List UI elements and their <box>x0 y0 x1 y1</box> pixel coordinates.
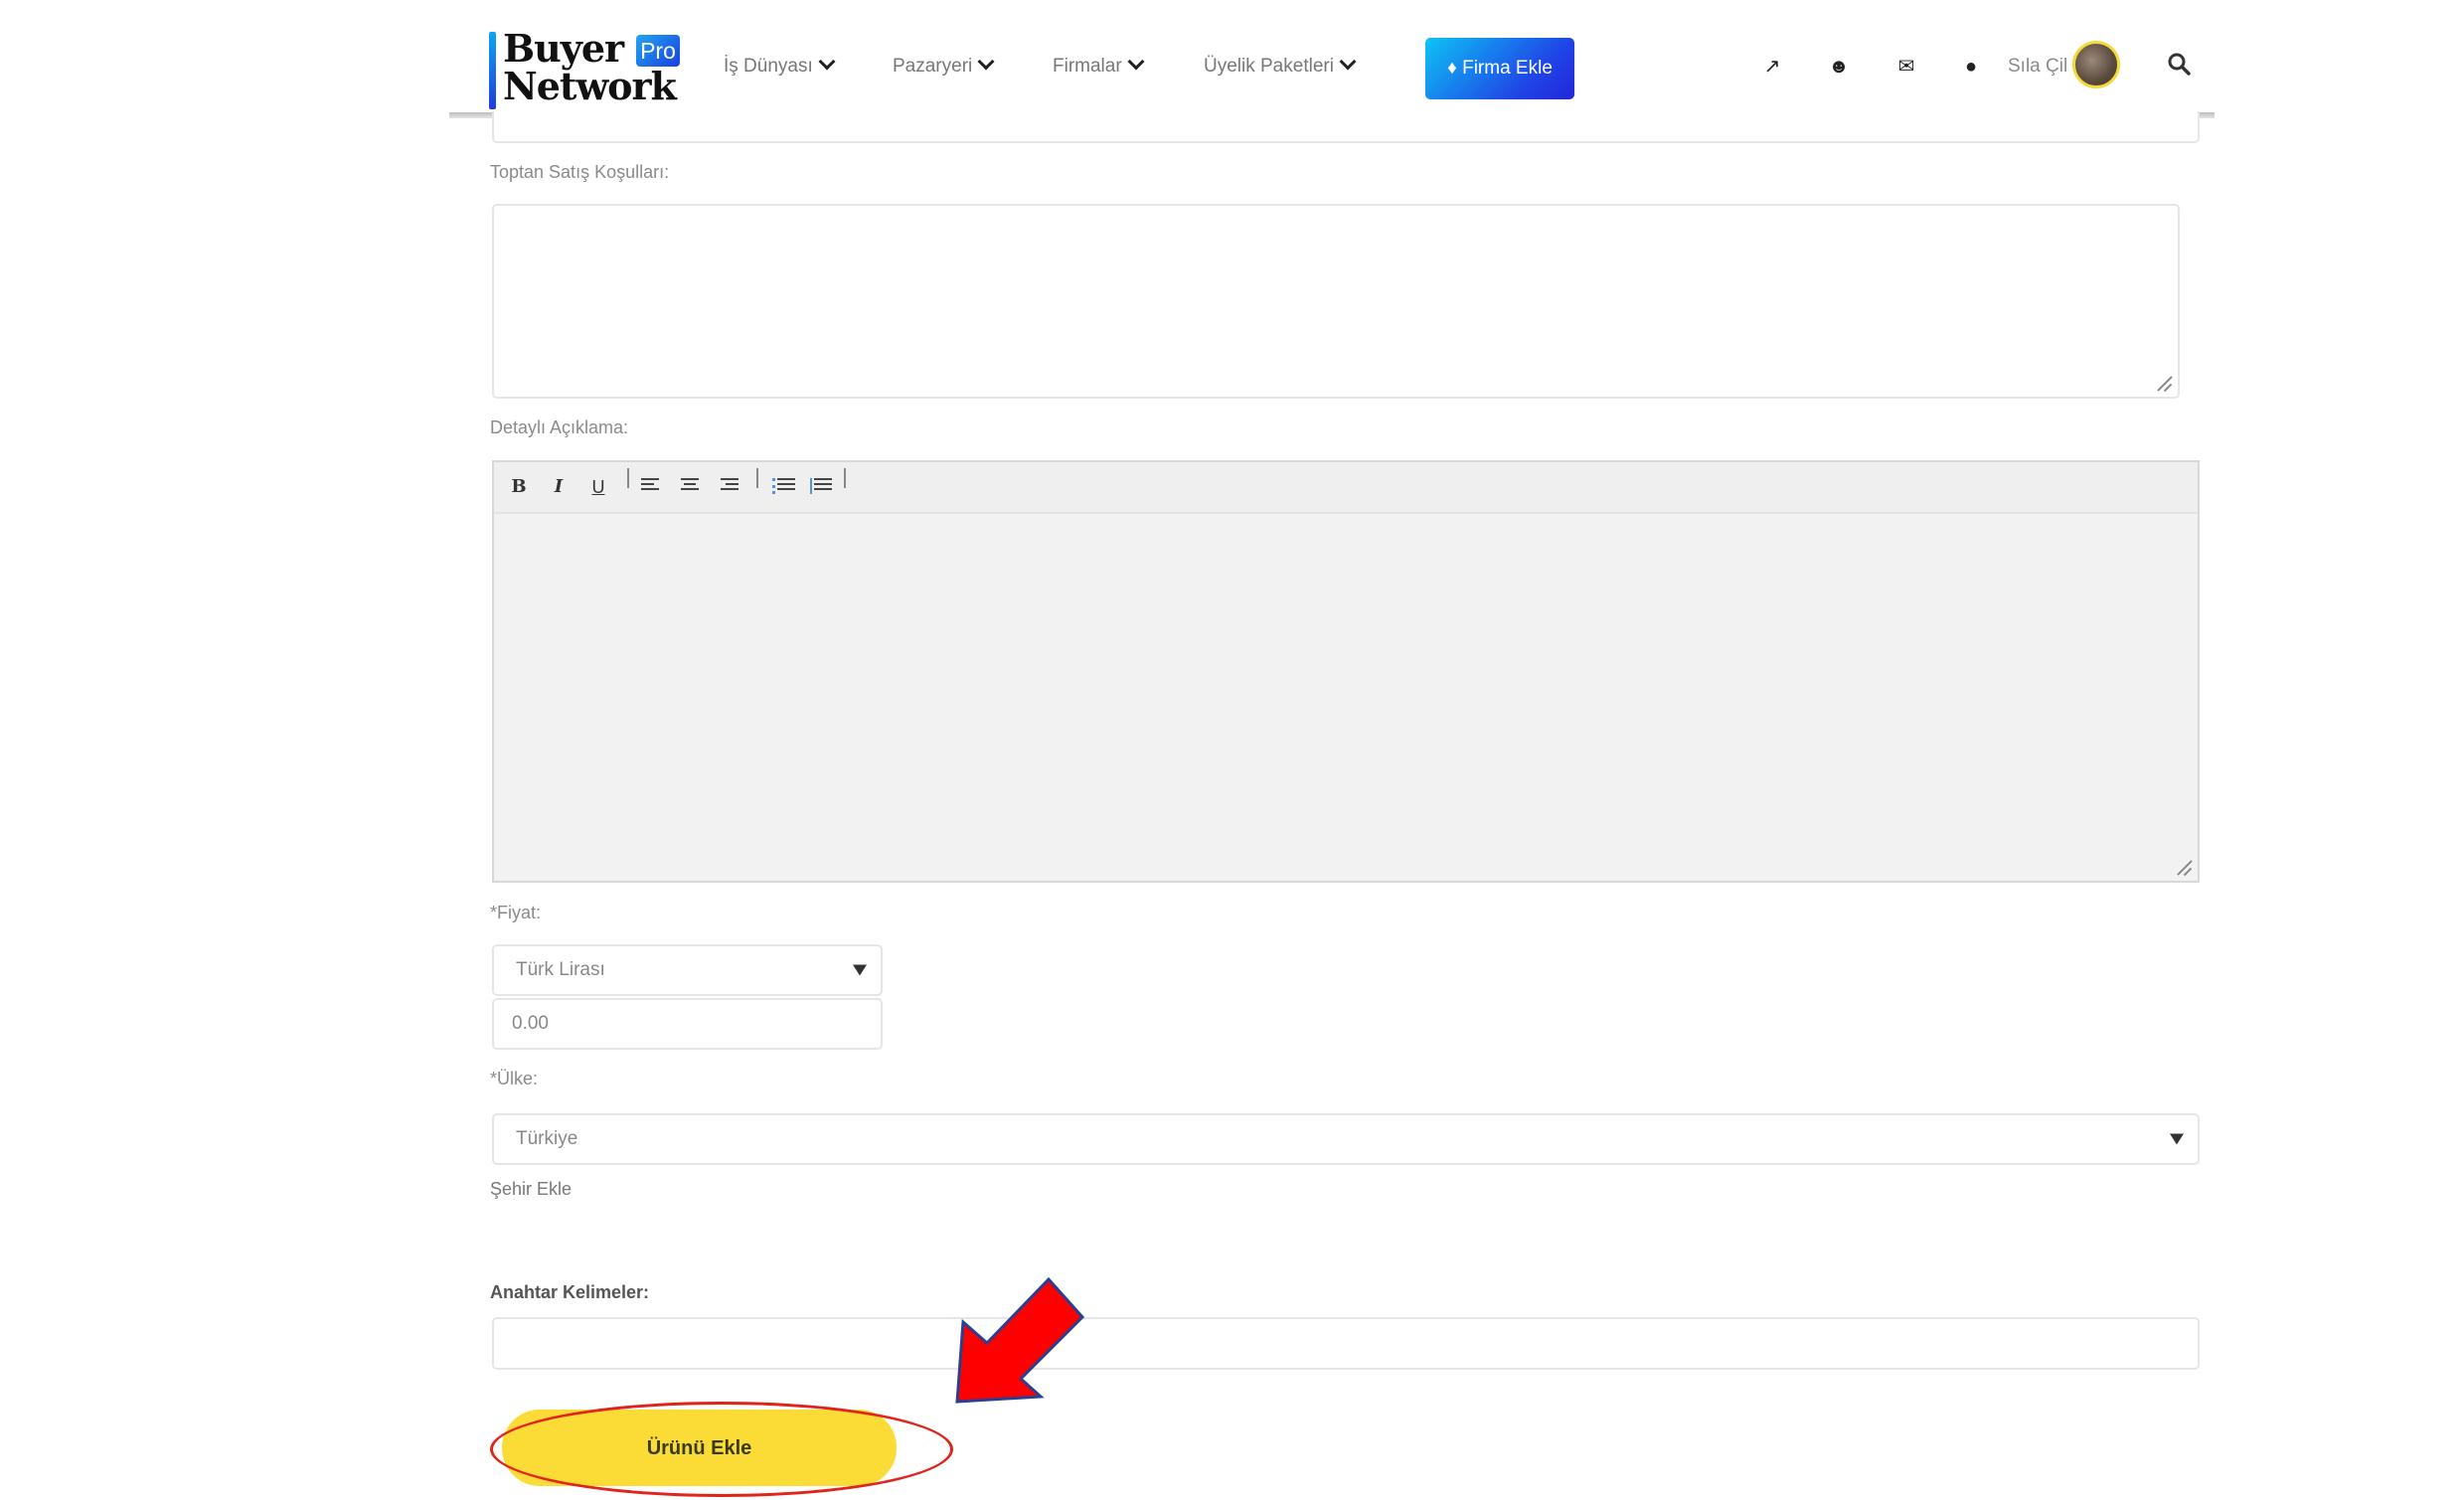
nav-label: Firmalar <box>1053 56 1122 77</box>
country-label: *Ülke: <box>490 1069 539 1088</box>
country-select[interactable]: Türkiye <box>492 1113 2200 1165</box>
bold-button[interactable]: B <box>508 476 530 498</box>
add-city-link[interactable]: Şehir Ekle <box>490 1179 572 1200</box>
numbered-list-button[interactable] <box>810 478 832 494</box>
description-editor[interactable]: B I U <box>492 460 2200 883</box>
price-label: *Fiyat: <box>490 903 542 922</box>
logo-accent-bar <box>489 32 496 109</box>
description-label: Detaylı Açıklama: <box>490 417 629 437</box>
logo-text-network: Network <box>503 64 677 108</box>
chevron-down-icon <box>1339 53 1357 71</box>
toolbar-separator <box>756 468 758 488</box>
nav-label: İş Dünyası <box>724 56 813 77</box>
align-right-button[interactable] <box>721 478 739 494</box>
chevron-down-icon <box>977 53 995 71</box>
nav-firmalar[interactable]: Firmalar <box>1053 53 1145 78</box>
avatar[interactable] <box>2072 41 2120 88</box>
resize-handle-icon[interactable] <box>2176 859 2192 875</box>
logo-pro-badge: Pro <box>636 35 680 67</box>
align-left-button[interactable] <box>641 478 659 494</box>
user-name[interactable]: Sıla Çil <box>2008 56 2067 78</box>
price-value: 0.00 <box>512 1013 549 1034</box>
chevron-down-icon <box>1127 53 1145 71</box>
external-link-icon[interactable]: ↗ <box>1760 55 1784 79</box>
firma-ekle-button[interactable]: ♦ Firma Ekle <box>1425 38 1574 99</box>
dropdown-arrow-icon <box>2170 1133 2184 1145</box>
price-input[interactable]: 0.00 <box>492 998 883 1050</box>
chevron-down-icon <box>818 53 836 71</box>
toolbar-separator <box>627 468 629 488</box>
currency-select[interactable]: Türk Lirası <box>492 944 883 996</box>
align-center-button[interactable] <box>681 478 699 494</box>
dropdown-arrow-icon <box>853 964 867 976</box>
nav-uyelik-paketleri[interactable]: Üyelik Paketleri <box>1204 53 1357 78</box>
nav-label: Pazaryeri <box>893 56 973 77</box>
currency-selected: Türk Lirası <box>516 959 605 980</box>
nav-is-dunyasi[interactable]: İş Dünyası <box>724 53 836 78</box>
country-selected: Türkiye <box>516 1128 578 1149</box>
firma-ekle-label: Firma Ekle <box>1462 58 1553 79</box>
envelope-icon[interactable]: ✉ <box>1894 55 1918 79</box>
editor-toolbar: B I U <box>494 462 2198 514</box>
nav-pazaryeri[interactable]: Pazaryeri <box>893 53 995 78</box>
underline-button[interactable]: U <box>587 476 609 498</box>
wholesale-terms-textarea[interactable] <box>492 204 2180 399</box>
toolbar-separator <box>844 468 846 488</box>
nav-label: Üyelik Paketleri <box>1204 56 1334 77</box>
search-icon[interactable] <box>2167 52 2191 76</box>
previous-field-input[interactable] <box>492 111 2200 143</box>
users-icon[interactable]: ☻ <box>1827 55 1851 79</box>
keywords-label: Anahtar Kelimeler: <box>490 1282 650 1302</box>
keywords-input[interactable] <box>492 1317 2200 1370</box>
resize-handle-icon[interactable] <box>2156 375 2172 391</box>
globe-icon[interactable]: ● <box>1959 55 1983 79</box>
submit-product-button[interactable]: Ürünü Ekle <box>502 1410 897 1486</box>
wholesale-terms-label: Toptan Satış Koşulları: <box>490 162 670 182</box>
bullet-list-button[interactable] <box>772 478 795 494</box>
italic-button[interactable]: I <box>548 476 570 498</box>
logo[interactable]: Buyer Pro Network <box>489 26 688 111</box>
diamond-icon: ♦ <box>1447 58 1457 79</box>
